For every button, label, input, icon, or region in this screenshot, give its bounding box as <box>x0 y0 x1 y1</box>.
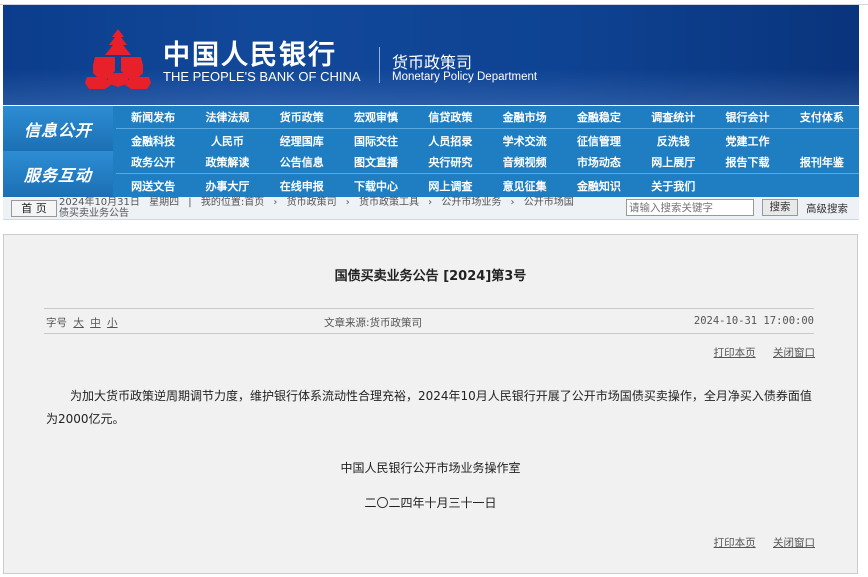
pboc-emblem-icon[interactable] <box>85 27 151 89</box>
nav-section-label-info: 信息公开 <box>3 106 113 152</box>
nav-item[interactable]: 办事大厅 <box>190 174 264 197</box>
article-meta: 字号 大 中 小 文章来源:货币政策司 2024-10-31 17:00:00 <box>44 308 814 334</box>
search-input[interactable] <box>626 199 754 216</box>
nav-section-label-service: 服务互动 <box>3 151 113 197</box>
nav-info-public: 信息公开 新闻发布 法律法规 货币政策 宏观审慎 信贷政策 金融市场 金融稳定 调查统计 银行会… <box>3 106 859 152</box>
nav-item[interactable]: 网送文告 <box>116 174 190 197</box>
nav-item[interactable]: 法律法规 <box>190 106 265 129</box>
breadcrumb-item[interactable]: 公开市场国 <box>524 197 574 208</box>
nav-item[interactable]: 反洗钱 <box>636 129 710 152</box>
breadcrumb-sep: › <box>273 197 278 208</box>
nav-service: 服务互动 政务公开 政策解读 公告信息 图文直播 央行研究 音频视频 市场动态 网上展厅 报告下… <box>3 151 859 197</box>
nav-item[interactable]: 学术交流 <box>488 129 562 152</box>
nav-item[interactable]: 音频视频 <box>487 151 562 174</box>
nav-item[interactable]: 支付体系 <box>784 106 859 129</box>
nav-item <box>710 174 784 197</box>
breadcrumb-item[interactable]: 公开市场业务 <box>441 197 501 208</box>
font-size-large[interactable]: 大 <box>73 317 84 329</box>
nav-item[interactable]: 在线申报 <box>265 174 339 197</box>
article-tools-bottom: 打印本页 关闭窗口 <box>700 535 815 550</box>
bank-name-cn: 中国人民银行 <box>163 40 337 71</box>
nav-item[interactable]: 网上展厅 <box>636 151 711 174</box>
close-window-link[interactable]: 关闭窗口 <box>773 347 815 359</box>
nav-item[interactable]: 货币政策 <box>264 106 339 129</box>
nav-item[interactable]: 调查统计 <box>636 106 711 129</box>
breadcrumb-sep: › <box>428 197 433 208</box>
nav-item[interactable]: 市场动态 <box>561 151 637 174</box>
print-link[interactable]: 打印本页 <box>714 537 756 549</box>
nav-item[interactable]: 人员招录 <box>413 129 487 152</box>
nav-item[interactable]: 意见征集 <box>488 174 562 197</box>
breadcrumb-item[interactable]: 货币政策工具 <box>359 197 419 208</box>
breadcrumb-tail[interactable]: 债买卖业务公告 <box>59 208 619 219</box>
nav-item[interactable]: 网上调查 <box>413 174 487 197</box>
nav-item[interactable]: 金融稳定 <box>561 106 637 129</box>
font-size-medium[interactable]: 中 <box>90 317 101 329</box>
font-size-label: 字号 <box>46 317 67 329</box>
nav-item[interactable]: 央行研究 <box>413 151 488 174</box>
signature-date: 二〇二四年十月三十一日 <box>364 496 497 510</box>
nav-item[interactable]: 政务公开 <box>116 151 191 174</box>
nav-item[interactable]: 国际交往 <box>339 129 413 152</box>
nav-item[interactable]: 金融市场 <box>487 106 562 129</box>
nav-grid-service: 政务公开 政策解读 公告信息 图文直播 央行研究 音频视频 市场动态 网上展厅 报告下载 报刊年鉴… <box>116 151 859 197</box>
nav-item[interactable]: 下载中心 <box>339 174 413 197</box>
nav-item[interactable]: 公告信息 <box>264 151 339 174</box>
nav-item[interactable]: 报刊年鉴 <box>784 151 859 174</box>
nav-grid-info: 新闻发布 法律法规 货币政策 宏观审慎 信贷政策 金融市场 金融稳定 调查统计 银行会计 支付体系… <box>116 106 859 152</box>
nav-item[interactable]: 金融知识 <box>562 174 636 197</box>
nav-item <box>785 129 859 152</box>
header-banner: 中国人民银行 THE PEOPLE'S BANK OF CHINA 货币政策司 … <box>3 5 859 105</box>
font-size-selector: 字号 大 中 小 <box>46 315 118 330</box>
nav-item[interactable]: 银行会计 <box>710 106 785 129</box>
breadcrumb-sep: › <box>345 197 350 208</box>
advanced-search-link[interactable]: 高级搜索 <box>806 201 848 216</box>
article-title: 国债买卖业务公告 [2024]第3号 <box>334 269 527 284</box>
close-window-link[interactable]: 关闭窗口 <box>773 537 815 549</box>
article-source: 文章来源:货币政策司 <box>324 317 423 329</box>
breadcrumb-item[interactable]: 货币政策司 <box>287 197 337 208</box>
dept-name-en: Monetary Policy Department <box>392 71 538 83</box>
article-body: 为加大货币政策逆周期调节力度，维护银行体系流动性合理充裕，2024年10月人民银… <box>46 389 812 426</box>
home-button[interactable]: 首 页 <box>11 200 57 217</box>
nav-item[interactable]: 报告下载 <box>710 151 785 174</box>
nav-item[interactable]: 征信管理 <box>562 129 636 152</box>
breadcrumb-bar: 首 页 2024年10月31日 星期四 | 我的位置:首页 › 货币政策司 › … <box>3 197 859 220</box>
dept-name-cn: 货币政策司 <box>392 53 473 72</box>
breadcrumb: 2024年10月31日 星期四 | 我的位置:首页 › 货币政策司 › 货币政策… <box>59 197 619 219</box>
header-divider <box>379 47 380 83</box>
breadcrumb-sep: | <box>188 197 192 208</box>
article-datetime: 2024-10-31 17:00:00 <box>693 315 814 327</box>
nav-item[interactable]: 人民币 <box>190 129 264 152</box>
nav-item[interactable]: 关于我们 <box>636 174 710 197</box>
breadcrumb-home-link[interactable]: 我的位置:首页 <box>201 197 264 208</box>
bank-name-en: THE PEOPLE'S BANK OF CHINA <box>163 69 361 84</box>
font-size-small[interactable]: 小 <box>107 317 118 329</box>
article-panel: 国债买卖业务公告 [2024]第3号 字号 大 中 小 文章来源:货币政策司 2… <box>3 234 858 574</box>
nav-item[interactable]: 图文直播 <box>338 151 414 174</box>
breadcrumb-sep: › <box>510 197 515 208</box>
nav-item[interactable]: 宏观审慎 <box>338 106 414 129</box>
nav-item[interactable]: 信贷政策 <box>413 106 488 129</box>
nav-item <box>785 174 859 197</box>
current-date: 2024年10月31日 <box>59 197 140 208</box>
nav-item[interactable]: 金融科技 <box>116 129 190 152</box>
article-tools-top: 打印本页 关闭窗口 <box>700 345 815 360</box>
nav-item[interactable]: 新闻发布 <box>116 106 191 129</box>
print-link[interactable]: 打印本页 <box>714 347 756 359</box>
signature-org: 中国人民银行公开市场业务操作室 <box>340 461 521 475</box>
nav-item[interactable]: 政策解读 <box>190 151 265 174</box>
search-button[interactable]: 搜索 <box>762 199 798 216</box>
current-weekday: 星期四 <box>149 197 180 208</box>
nav-item[interactable]: 党建工作 <box>710 129 784 152</box>
nav-item[interactable]: 经理国库 <box>265 129 339 152</box>
